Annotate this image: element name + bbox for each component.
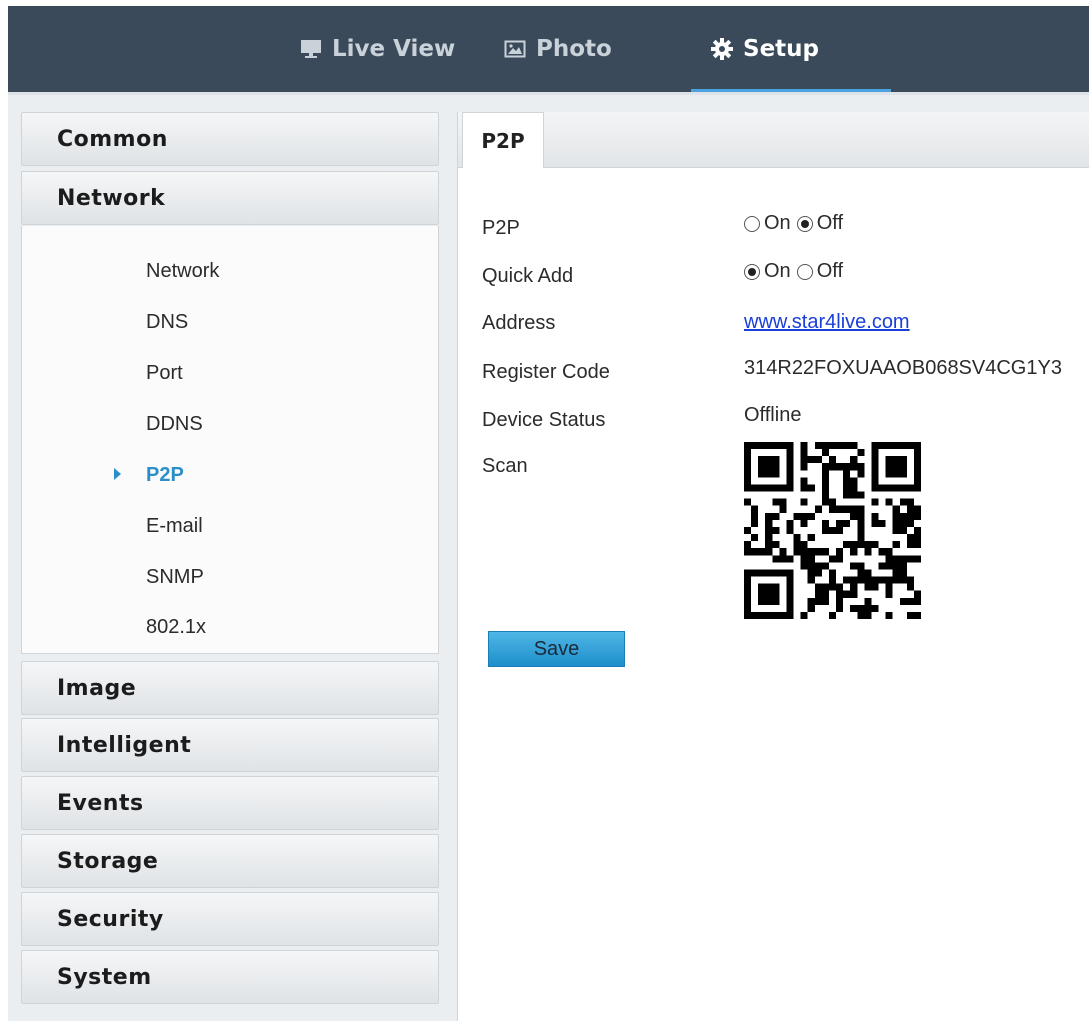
- sidebar-section-common[interactable]: Common: [21, 112, 439, 166]
- sidebar-section-label: System: [57, 964, 152, 990]
- sidebar-section-network[interactable]: Network: [21, 171, 439, 225]
- sidebar-section-label: Storage: [57, 848, 159, 874]
- sidebar-item-label: Network: [146, 259, 220, 282]
- nav-setup-label: Setup: [743, 36, 819, 62]
- sidebar-item-label: P2P: [146, 463, 184, 486]
- p2p-on-radio[interactable]: [744, 215, 760, 232]
- top-nav-bar: Live View Photo Setup: [8, 6, 1089, 95]
- quick-add-label: Quick Add: [482, 265, 574, 287]
- gear-icon: [711, 38, 733, 60]
- sidebar-section-intelligent[interactable]: Intelligent: [21, 718, 439, 772]
- register-code-label: Register Code: [482, 361, 610, 383]
- monitor-icon: [300, 39, 322, 59]
- nav-setup[interactable]: Setup: [691, 6, 891, 92]
- nav-photo[interactable]: Photo: [504, 6, 612, 92]
- tab-bar: P2P: [458, 112, 1089, 168]
- save-button[interactable]: Save: [488, 631, 625, 667]
- sidebar: Common Network Network DNS Port DDNS P2P…: [21, 112, 439, 1021]
- content-panel: P2P P2P On Off Quick Add On Off Address …: [457, 112, 1089, 1021]
- quick-add-radio-group: On Off: [744, 260, 849, 283]
- sidebar-section-image[interactable]: Image: [21, 661, 439, 715]
- sidebar-item-email[interactable]: E-mail: [22, 506, 438, 546]
- p2p-label: P2P: [482, 217, 520, 239]
- sidebar-section-label: Intelligent: [57, 732, 192, 758]
- tab-p2p[interactable]: P2P: [462, 112, 544, 168]
- sidebar-item-label: DNS: [146, 310, 189, 333]
- scan-label: Scan: [482, 455, 528, 477]
- quick-add-on-radio[interactable]: [744, 263, 760, 280]
- sidebar-section-label: Security: [57, 906, 164, 932]
- p2p-off-label[interactable]: Off: [817, 212, 843, 235]
- qr-code: [744, 442, 921, 619]
- nav-live-view[interactable]: Live View: [300, 6, 455, 92]
- sidebar-section-label: Image: [57, 675, 137, 701]
- sidebar-item-8021x[interactable]: 802.1x: [22, 607, 438, 647]
- sidebar-section-security[interactable]: Security: [21, 892, 439, 946]
- active-arrow-icon: [114, 468, 121, 480]
- sidebar-section-system[interactable]: System: [21, 950, 439, 1004]
- nav-live-view-label: Live View: [332, 36, 456, 62]
- nav-photo-label: Photo: [536, 36, 612, 62]
- sidebar-item-label: DDNS: [146, 412, 203, 435]
- register-code-value: 314R22FOXUAAOB068SV4CG1Y3: [744, 357, 1062, 379]
- sidebar-item-label: E-mail: [146, 514, 203, 537]
- device-status-value: Offline: [744, 404, 802, 426]
- p2p-radio-group: On Off: [744, 212, 849, 235]
- sidebar-section-events[interactable]: Events: [21, 776, 439, 830]
- active-tab-underline: [691, 89, 891, 92]
- sidebar-item-label: Port: [146, 361, 183, 384]
- sidebar-item-ddns[interactable]: DDNS: [22, 404, 438, 444]
- quick-add-on-label[interactable]: On: [764, 260, 791, 283]
- address-value: www.star4live.com: [744, 311, 910, 334]
- sidebar-section-label: Events: [57, 790, 144, 816]
- sidebar-item-port[interactable]: Port: [22, 353, 438, 393]
- sidebar-item-dns[interactable]: DNS: [22, 302, 438, 342]
- p2p-off-radio[interactable]: [796, 215, 813, 232]
- device-status-label: Device Status: [482, 409, 606, 431]
- p2p-on-label[interactable]: On: [764, 212, 791, 235]
- sidebar-item-p2p[interactable]: P2P: [22, 455, 438, 495]
- address-label: Address: [482, 312, 556, 334]
- sidebar-section-label: Common: [57, 126, 168, 152]
- tab-label: P2P: [481, 128, 525, 153]
- sidebar-section-label: Network: [57, 185, 166, 211]
- network-submenu: Network DNS Port DDNS P2P E-mail SNMP 80…: [21, 226, 439, 654]
- sidebar-item-network[interactable]: Network: [22, 251, 438, 291]
- sidebar-section-storage[interactable]: Storage: [21, 834, 439, 888]
- address-link[interactable]: www.star4live.com: [744, 311, 910, 334]
- sidebar-item-label: 802.1x: [146, 615, 207, 638]
- sidebar-item-label: SNMP: [146, 565, 204, 588]
- quick-add-off-label[interactable]: Off: [817, 260, 843, 283]
- image-icon: [504, 39, 526, 59]
- sidebar-item-snmp[interactable]: SNMP: [22, 557, 438, 597]
- quick-add-off-radio[interactable]: [796, 263, 813, 280]
